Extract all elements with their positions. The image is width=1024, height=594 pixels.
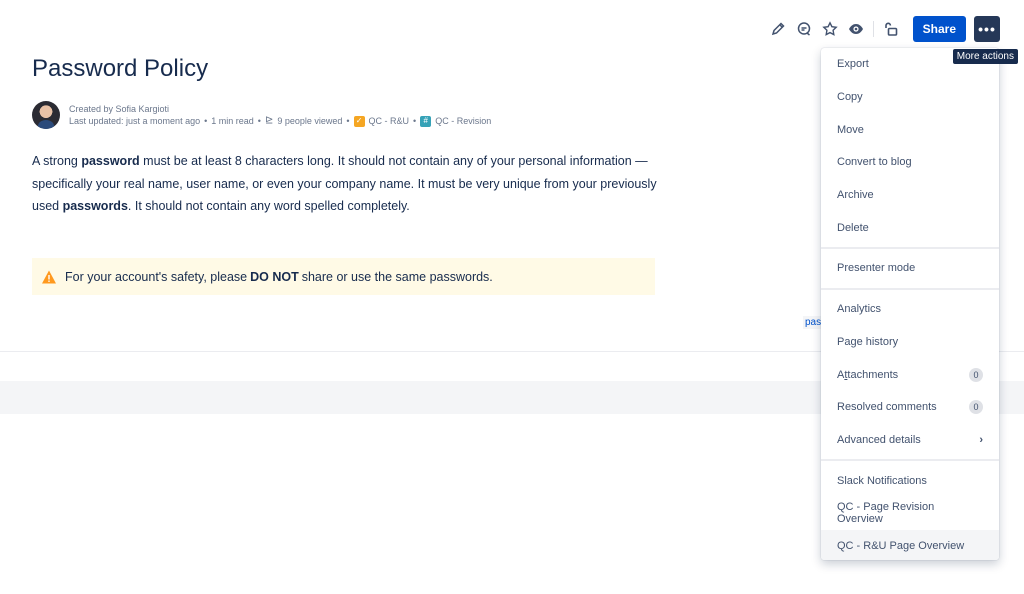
last-updated-text[interactable]: Last updated: just a moment ago — [69, 115, 200, 127]
body-bold-text: passwords — [62, 199, 128, 213]
warning-text-post: share or use the same passwords. — [301, 269, 493, 284]
menu-item-label: Move — [837, 123, 864, 136]
menu-item-resolved-comments[interactable]: Resolved comments 0 — [821, 391, 999, 424]
menu-item-copy[interactable]: Copy — [821, 81, 999, 114]
menu-item-label: Archive — [837, 189, 874, 202]
menu-item-convert-to-blog[interactable]: Convert to blog — [821, 146, 999, 179]
menu-item-move[interactable]: Move — [821, 113, 999, 146]
menu-item-page-history[interactable]: Page history — [821, 326, 999, 359]
eye-icon[interactable] — [843, 16, 869, 42]
menu-item-analytics[interactable]: Analytics — [821, 293, 999, 326]
page-title: Password Policy — [32, 55, 209, 82]
menu-divider — [821, 247, 999, 250]
menu-item-label: Copy — [837, 91, 863, 104]
menu-item-label: Presenter mode — [837, 262, 916, 275]
page-toolbar: Share ••• — [765, 16, 1000, 42]
toolbar-divider — [872, 21, 874, 37]
body-bold-text: password — [81, 154, 140, 168]
more-actions-tooltip: More actions — [952, 49, 1018, 64]
body-text-segment: . It should not contain any word spelled… — [127, 199, 410, 213]
menu-item-qc-page-revision-overview[interactable]: QC - Page Revision Overview — [821, 497, 999, 530]
menu-item-label: QC - R&U Page Overview — [837, 539, 965, 552]
comment-icon[interactable] — [791, 16, 817, 42]
menu-item-label: Resolved comments — [837, 401, 937, 414]
menu-item-label: Convert to blog — [837, 156, 912, 169]
views-text[interactable]: 9 people viewed — [277, 115, 342, 127]
chevron-right-icon: › — [979, 433, 983, 446]
menu-item-delete[interactable]: Delete — [821, 211, 999, 244]
page-body: A strong password must be at least 8 cha… — [32, 150, 662, 218]
menu-item-qc-ru-page-overview[interactable]: QC - R&U Page Overview — [821, 529, 999, 560]
menu-item-label: Slack Notifications — [837, 474, 927, 487]
menu-item-label: Delete — [837, 221, 869, 234]
more-actions-menu: Export Copy Move Convert to blog Archive… — [821, 48, 999, 560]
created-by-text[interactable]: Created by Sofia Kargioti — [69, 103, 491, 115]
author-avatar[interactable] — [32, 101, 60, 129]
app-qc-revision-link[interactable]: QC - Revision — [435, 115, 491, 127]
pencil-icon[interactable] — [765, 16, 791, 42]
menu-item-presenter-mode[interactable]: Presenter mode — [821, 252, 999, 285]
menu-divider — [821, 287, 999, 290]
menu-divider — [821, 459, 999, 462]
warning-text-bold: DO NOT — [250, 269, 299, 284]
menu-item-archive[interactable]: Archive — [821, 179, 999, 212]
page-byline: Created by Sofia Kargioti Last updated: … — [32, 101, 491, 129]
menu-item-label: QC - Page Revision Overview — [837, 501, 935, 526]
menu-item-label: Export — [837, 58, 869, 71]
unlock-icon[interactable] — [878, 16, 904, 42]
checkmark-badge-icon: ✓ — [353, 115, 365, 127]
separator-dot: • — [413, 116, 417, 126]
star-icon[interactable] — [817, 16, 843, 42]
hash-badge-icon: # — [420, 115, 432, 127]
app-qc-ru-link[interactable]: QC - R&U — [369, 115, 410, 127]
analytics-icon: ⊵ — [264, 115, 274, 126]
warning-icon — [41, 269, 57, 285]
body-text-segment: A strong — [32, 154, 82, 168]
menu-item-label: Analytics — [837, 303, 882, 316]
separator-dot: • — [257, 116, 261, 126]
menu-item-label: Page history — [837, 335, 899, 348]
warning-text-pre: For your account's safety, please — [65, 269, 248, 284]
separator-dot: • — [204, 116, 208, 126]
separator-dot: • — [346, 116, 350, 126]
warning-panel: For your account's safety, please DO NOT… — [32, 258, 655, 295]
menu-item-slack-notifications[interactable]: Slack Notifications — [821, 464, 999, 497]
menu-item-advanced-details[interactable]: Advanced details › — [821, 424, 999, 457]
read-time-text: 1 min read — [211, 116, 254, 126]
attachments-count-badge: 0 — [969, 367, 983, 382]
menu-item-attachments[interactable]: Attachments 0 — [821, 358, 999, 391]
resolved-comments-count-badge: 0 — [969, 400, 983, 415]
share-button[interactable]: Share — [912, 16, 966, 42]
menu-item-label: Attachments — [837, 368, 899, 381]
menu-item-label: Advanced details — [837, 433, 921, 446]
more-actions-button[interactable]: ••• — [974, 16, 1000, 42]
